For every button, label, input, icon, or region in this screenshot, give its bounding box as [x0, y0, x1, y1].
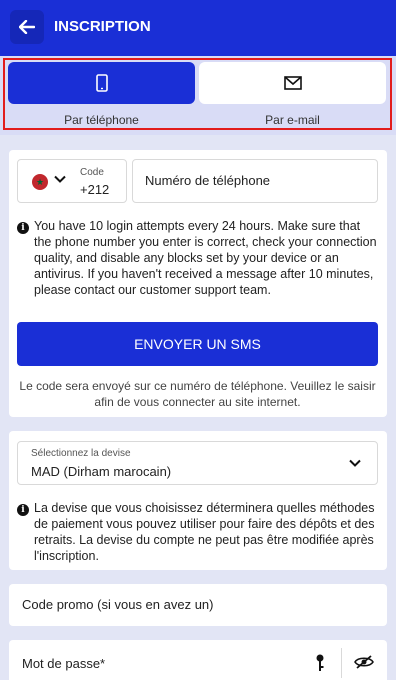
- sms-note: Le code sera envoyé sur ce numéro de tél…: [19, 379, 376, 409]
- password-input[interactable]: Mot de passe*: [22, 656, 105, 671]
- info-icon: i: [17, 222, 29, 234]
- envelope-icon: [283, 76, 302, 90]
- currency-value: MAD (Dirham marocain): [31, 464, 172, 479]
- tab-by-email[interactable]: [199, 62, 386, 104]
- currency-label: Sélectionnez la devise: [31, 448, 131, 459]
- currency-select[interactable]: Sélectionnez la devise MAD (Dirham maroc…: [17, 441, 378, 485]
- smartphone-icon: [95, 74, 108, 92]
- tab-by-email-label: Par e-mail: [265, 113, 320, 127]
- morocco-flag-icon: ★: [32, 174, 48, 190]
- code-value: +212: [80, 182, 110, 197]
- divider: [341, 648, 342, 678]
- phone-registration-card: ★ Code +212 Numéro de téléphone i You ha…: [9, 150, 387, 417]
- back-button[interactable]: [10, 10, 44, 44]
- info-icon: i: [17, 504, 29, 516]
- send-sms-button[interactable]: ENVOYER UN SMS: [17, 322, 378, 366]
- login-attempts-info: You have 10 login attempts every 24 hour…: [34, 219, 377, 297]
- promo-code-input[interactable]: Code promo (si vous en avez un): [9, 584, 387, 626]
- header-bar: INSCRIPTION: [0, 0, 396, 56]
- chevron-down-icon: [349, 459, 361, 467]
- tab-by-phone[interactable]: [8, 62, 195, 104]
- country-code-selector[interactable]: ★ Code +212: [17, 159, 127, 203]
- phone-number-input[interactable]: Numéro de téléphone: [132, 159, 378, 203]
- password-field[interactable]: Mot de passe*: [9, 640, 387, 680]
- page-title: INSCRIPTION: [54, 18, 151, 35]
- registration-method-tabs: Par téléphone Par e-mail: [0, 56, 396, 135]
- chevron-down-icon: [54, 175, 66, 183]
- code-label: Code: [80, 167, 104, 178]
- eye-slash-icon[interactable]: [354, 654, 374, 670]
- arrow-left-icon: [19, 20, 35, 34]
- currency-info: La devise que vous choisissez déterminer…: [34, 501, 375, 563]
- currency-card: Sélectionnez la devise MAD (Dirham maroc…: [9, 431, 387, 570]
- tab-by-phone-label: Par téléphone: [64, 113, 139, 127]
- key-icon[interactable]: [315, 654, 325, 672]
